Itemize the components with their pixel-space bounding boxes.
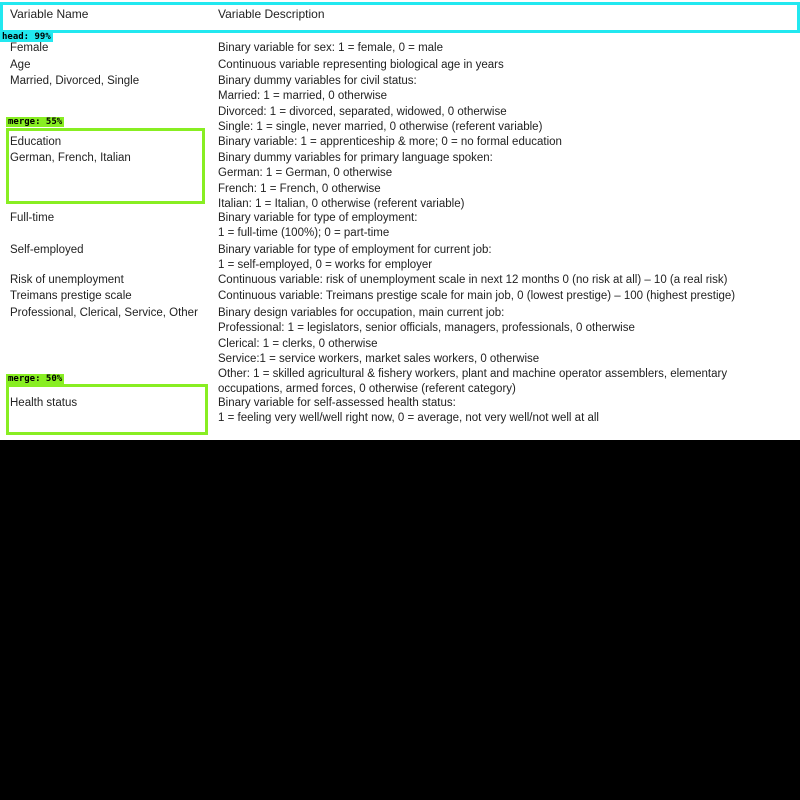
detection-box-head	[0, 2, 800, 33]
variable-description: Binary variable: 1 = apprenticeship & mo…	[218, 135, 798, 150]
description-line: German: 1 = German, 0 otherwise	[218, 167, 393, 180]
variable-name: Treimans prestige scale	[10, 290, 132, 302]
description-line: Binary variable for type of employment:	[218, 212, 418, 224]
variable-description: Binary dummy variables for primary langu…	[218, 151, 798, 212]
variable-description: Continuous variable: risk of unemploymen…	[218, 273, 798, 288]
variable-description: Binary variable for self-assessed health…	[218, 396, 798, 427]
detection-label-head: head: 99%	[0, 32, 53, 42]
detection-box-merge-2	[6, 384, 208, 435]
variable-name: Professional, Clerical, Service, Other	[10, 307, 198, 319]
variable-description: Binary variable for type of employment: 1…	[218, 211, 798, 242]
description-line: Other: 1 = skilled agricultural & fisher…	[218, 368, 728, 381]
description-line: Married: 1 = married, 0 otherwise	[218, 90, 388, 103]
variable-description: Binary variable for sex: 1 = female, 0 =…	[218, 41, 798, 56]
variable-name: Age	[10, 59, 31, 71]
description-line: Continuous variable: risk of unemploymen…	[218, 274, 728, 286]
variable-description: Continuous variable: Treimans prestige s…	[218, 289, 798, 304]
variable-description: Binary variable for type of employment f…	[218, 243, 798, 274]
detection-label-merge-2: merge: 50%	[6, 374, 65, 384]
description-line: 1 = feeling very well/well right now, 0 …	[218, 412, 599, 425]
variable-name: Married, Divorced, Single	[10, 75, 140, 87]
variable-description: Continuous variable representing biologi…	[218, 58, 798, 73]
description-line: Binary variable for type of employment f…	[218, 244, 492, 256]
description-line: Continuous variable: Treimans prestige s…	[218, 290, 736, 302]
description-line: Single: 1 = single, never married, 0 oth…	[218, 120, 543, 133]
description-line: Binary variable for self-assessed health…	[218, 397, 456, 409]
description-line: Binary dummy variables for civil status:	[218, 75, 417, 87]
description-line: Binary design variables for occupation, …	[218, 307, 505, 319]
variable-description: Binary dummy variables for civil status:…	[218, 74, 798, 135]
detection-label-merge-1: merge: 55%	[6, 117, 65, 127]
description-line: Clerical: 1 = clerks, 0 otherwise	[218, 337, 378, 350]
detection-box-merge-1	[6, 128, 205, 204]
description-line: Service:1 = service workers, market sale…	[218, 352, 540, 365]
variable-name: Self-employed	[10, 244, 84, 256]
variable-name: Female	[10, 42, 49, 54]
description-line: French: 1 = French, 0 otherwise	[218, 182, 381, 195]
description-line: Divorced: 1 = divorced, separated, widow…	[218, 105, 507, 118]
description-line: Continuous variable representing biologi…	[218, 59, 504, 71]
description-line: Italian: 1 = Italian, 0 otherwise (refer…	[218, 197, 465, 210]
description-line: Binary dummy variables for primary langu…	[218, 152, 493, 164]
variable-description: Binary design variables for occupation, …	[218, 306, 798, 398]
document-page: Variable Name Variable Description Femal…	[0, 0, 800, 440]
description-line: Binary variable: 1 = apprenticeship & mo…	[218, 136, 562, 148]
description-line: Professional: 1 = legislators, senior of…	[218, 322, 635, 335]
variable-name: Risk of unemployment	[10, 274, 124, 286]
description-line: Binary variable for sex: 1 = female, 0 =…	[218, 42, 443, 54]
description-line: 1 = full-time (100%); 0 = part-time	[218, 227, 390, 240]
variable-name: Full-time	[10, 212, 55, 224]
description-line: 1 = self-employed, 0 = works for employe…	[218, 259, 433, 272]
